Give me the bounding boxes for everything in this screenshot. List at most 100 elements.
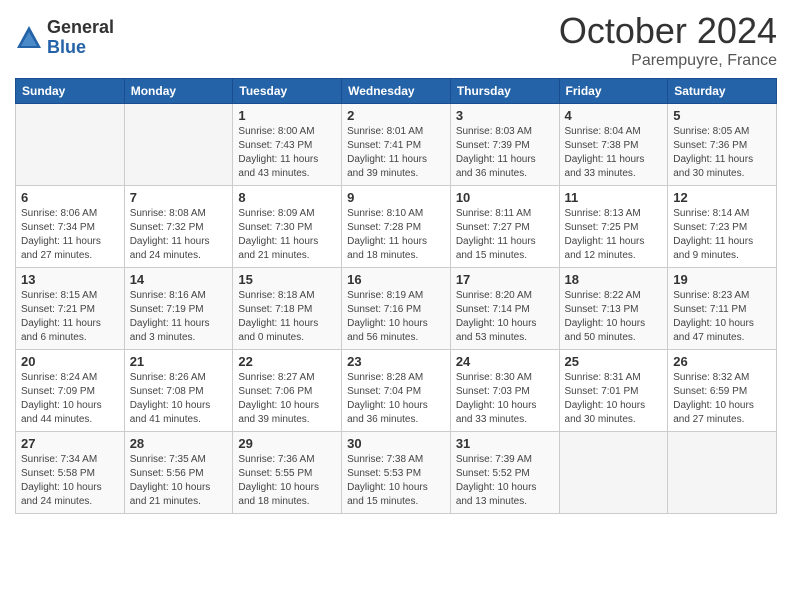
table-row: 9Sunrise: 8:10 AM Sunset: 7:28 PM Daylig… (342, 186, 451, 268)
day-number: 15 (238, 272, 336, 287)
table-row: 29 Sunrise: 7:36 AM Sunset: 5:55 PM Dayli… (233, 432, 342, 514)
day-detail: Sunrise: 7:34 AM Sunset: 5:58 PM Dayligh… (21, 453, 119, 509)
day-number: 26 (673, 354, 771, 369)
day-number: 12 (673, 190, 771, 205)
table-row: 4 Sunrise: 8:04 AM Sunset: 7:38 PM Daylig… (559, 104, 668, 186)
day-detail: Sunrise: 8:32 AM Sunset: 6:59 PM Dayligh… (673, 371, 771, 427)
header-saturday: Saturday (668, 79, 777, 104)
day-detail: Sunrise: 8:30 AM Sunset: 7:03 PM Dayligh… (456, 371, 554, 427)
weekday-header-row: Sunday Monday Tuesday Wednesday Thursday… (16, 79, 777, 104)
day-number: 3 (456, 108, 554, 123)
table-row: 1 Sunrise: 8:00 AM Sunset: 7:43 PM Daylig… (233, 104, 342, 186)
table-row: 24 Sunrise: 8:30 AM Sunset: 7:03 PM Dayli… (450, 350, 559, 432)
title-area: October 2024 Parempuyre, France (559, 10, 777, 70)
day-detail: Sunrise: 8:28 AM Sunset: 7:04 PM Dayligh… (347, 371, 445, 427)
day-number: 23 (347, 354, 445, 369)
table-row: 6 Sunrise: 8:06 AM Sunset: 7:34 PM Daylig… (16, 186, 125, 268)
day-number: 19 (673, 272, 771, 287)
day-detail: Sunrise: 8:23 AM Sunset: 7:11 PM Dayligh… (673, 289, 771, 345)
day-number: 20 (21, 354, 119, 369)
day-detail: Sunrise: 8:27 AM Sunset: 7:06 PM Dayligh… (238, 371, 336, 427)
day-detail: Sunrise: 8:24 AM Sunset: 7:09 PM Dayligh… (21, 371, 119, 427)
day-detail: Sunrise: 8:11 AM Sunset: 7:27 PM Dayligh… (456, 207, 554, 263)
table-row: 11Sunrise: 8:13 AM Sunset: 7:25 PM Dayli… (559, 186, 668, 268)
day-detail: Sunrise: 8:08 AM Sunset: 7:32 PM Dayligh… (130, 207, 228, 263)
day-detail: Sunrise: 8:05 AM Sunset: 7:36 PM Dayligh… (673, 125, 771, 181)
table-row: 16 Sunrise: 8:19 AM Sunset: 7:16 PM Dayli… (342, 268, 451, 350)
day-number: 2 (347, 108, 445, 123)
table-row: 25Sunrise: 8:31 AM Sunset: 7:01 PM Dayli… (559, 350, 668, 432)
location-title: Parempuyre, France (559, 52, 777, 70)
day-detail: Sunrise: 8:19 AM Sunset: 7:16 PM Dayligh… (347, 289, 445, 345)
table-row: 13 Sunrise: 8:15 AM Sunset: 7:21 PM Dayli… (16, 268, 125, 350)
table-row: 28 Sunrise: 7:35 AM Sunset: 5:56 PM Dayli… (124, 432, 233, 514)
logo-general-text: General (47, 18, 114, 38)
header: General Blue October 2024 Parempuyre, Fr… (15, 10, 777, 70)
day-number: 5 (673, 108, 771, 123)
day-number: 14 (130, 272, 228, 287)
table-row: 15Sunrise: 8:18 AM Sunset: 7:18 PM Dayli… (233, 268, 342, 350)
table-row: 8Sunrise: 8:09 AM Sunset: 7:30 PM Daylig… (233, 186, 342, 268)
day-detail: Sunrise: 7:35 AM Sunset: 5:56 PM Dayligh… (130, 453, 228, 509)
table-row: 19 Sunrise: 8:23 AM Sunset: 7:11 PM Dayli… (668, 268, 777, 350)
table-row (124, 104, 233, 186)
logo-icon (15, 24, 43, 52)
table-row (16, 104, 125, 186)
day-detail: Sunrise: 8:14 AM Sunset: 7:23 PM Dayligh… (673, 207, 771, 263)
table-row: 14 Sunrise: 8:16 AM Sunset: 7:19 PM Dayli… (124, 268, 233, 350)
week-row-1: 1 Sunrise: 8:00 AM Sunset: 7:43 PM Daylig… (16, 104, 777, 186)
day-number: 13 (21, 272, 119, 287)
header-thursday: Thursday (450, 79, 559, 104)
table-row: 27 Sunrise: 7:34 AM Sunset: 5:58 PM Dayli… (16, 432, 125, 514)
day-number: 30 (347, 436, 445, 451)
day-number: 27 (21, 436, 119, 451)
day-detail: Sunrise: 8:31 AM Sunset: 7:01 PM Dayligh… (565, 371, 663, 427)
day-number: 9 (347, 190, 445, 205)
table-row: 2 Sunrise: 8:01 AM Sunset: 7:41 PM Daylig… (342, 104, 451, 186)
day-number: 1 (238, 108, 336, 123)
calendar: Sunday Monday Tuesday Wednesday Thursday… (15, 78, 777, 514)
day-detail: Sunrise: 8:15 AM Sunset: 7:21 PM Dayligh… (21, 289, 119, 345)
table-row: 23 Sunrise: 8:28 AM Sunset: 7:04 PM Dayli… (342, 350, 451, 432)
table-row: 21Sunrise: 8:26 AM Sunset: 7:08 PM Dayli… (124, 350, 233, 432)
day-number: 24 (456, 354, 554, 369)
table-row (559, 432, 668, 514)
logo-text: General Blue (47, 18, 114, 58)
day-number: 28 (130, 436, 228, 451)
day-number: 21 (130, 354, 228, 369)
header-friday: Friday (559, 79, 668, 104)
day-number: 7 (130, 190, 228, 205)
day-number: 22 (238, 354, 336, 369)
day-detail: Sunrise: 8:13 AM Sunset: 7:25 PM Dayligh… (565, 207, 663, 263)
table-row: 3 Sunrise: 8:03 AM Sunset: 7:39 PM Daylig… (450, 104, 559, 186)
day-number: 6 (21, 190, 119, 205)
day-number: 29 (238, 436, 336, 451)
table-row: 20 Sunrise: 8:24 AM Sunset: 7:09 PM Dayli… (16, 350, 125, 432)
day-detail: Sunrise: 8:16 AM Sunset: 7:19 PM Dayligh… (130, 289, 228, 345)
table-row (668, 432, 777, 514)
table-row: 26 Sunrise: 8:32 AM Sunset: 6:59 PM Dayli… (668, 350, 777, 432)
header-sunday: Sunday (16, 79, 125, 104)
day-number: 16 (347, 272, 445, 287)
table-row: 10 Sunrise: 8:11 AM Sunset: 7:27 PM Dayli… (450, 186, 559, 268)
day-number: 8 (238, 190, 336, 205)
table-row: 30Sunrise: 7:38 AM Sunset: 5:53 PM Dayli… (342, 432, 451, 514)
header-tuesday: Tuesday (233, 79, 342, 104)
week-row-2: 6 Sunrise: 8:06 AM Sunset: 7:34 PM Daylig… (16, 186, 777, 268)
day-detail: Sunrise: 8:06 AM Sunset: 7:34 PM Dayligh… (21, 207, 119, 263)
table-row: 18Sunrise: 8:22 AM Sunset: 7:13 PM Dayli… (559, 268, 668, 350)
day-detail: Sunrise: 8:04 AM Sunset: 7:38 PM Dayligh… (565, 125, 663, 181)
month-title: October 2024 (559, 10, 777, 52)
day-detail: Sunrise: 7:36 AM Sunset: 5:55 PM Dayligh… (238, 453, 336, 509)
table-row: 31Sunrise: 7:39 AM Sunset: 5:52 PM Dayli… (450, 432, 559, 514)
day-number: 4 (565, 108, 663, 123)
day-detail: Sunrise: 8:01 AM Sunset: 7:41 PM Dayligh… (347, 125, 445, 181)
header-wednesday: Wednesday (342, 79, 451, 104)
week-row-4: 20 Sunrise: 8:24 AM Sunset: 7:09 PM Dayli… (16, 350, 777, 432)
day-number: 10 (456, 190, 554, 205)
week-row-3: 13 Sunrise: 8:15 AM Sunset: 7:21 PM Dayli… (16, 268, 777, 350)
day-detail: Sunrise: 8:03 AM Sunset: 7:39 PM Dayligh… (456, 125, 554, 181)
day-detail: Sunrise: 8:00 AM Sunset: 7:43 PM Dayligh… (238, 125, 336, 181)
day-detail: Sunrise: 8:22 AM Sunset: 7:13 PM Dayligh… (565, 289, 663, 345)
logo-blue-text: Blue (47, 38, 114, 58)
